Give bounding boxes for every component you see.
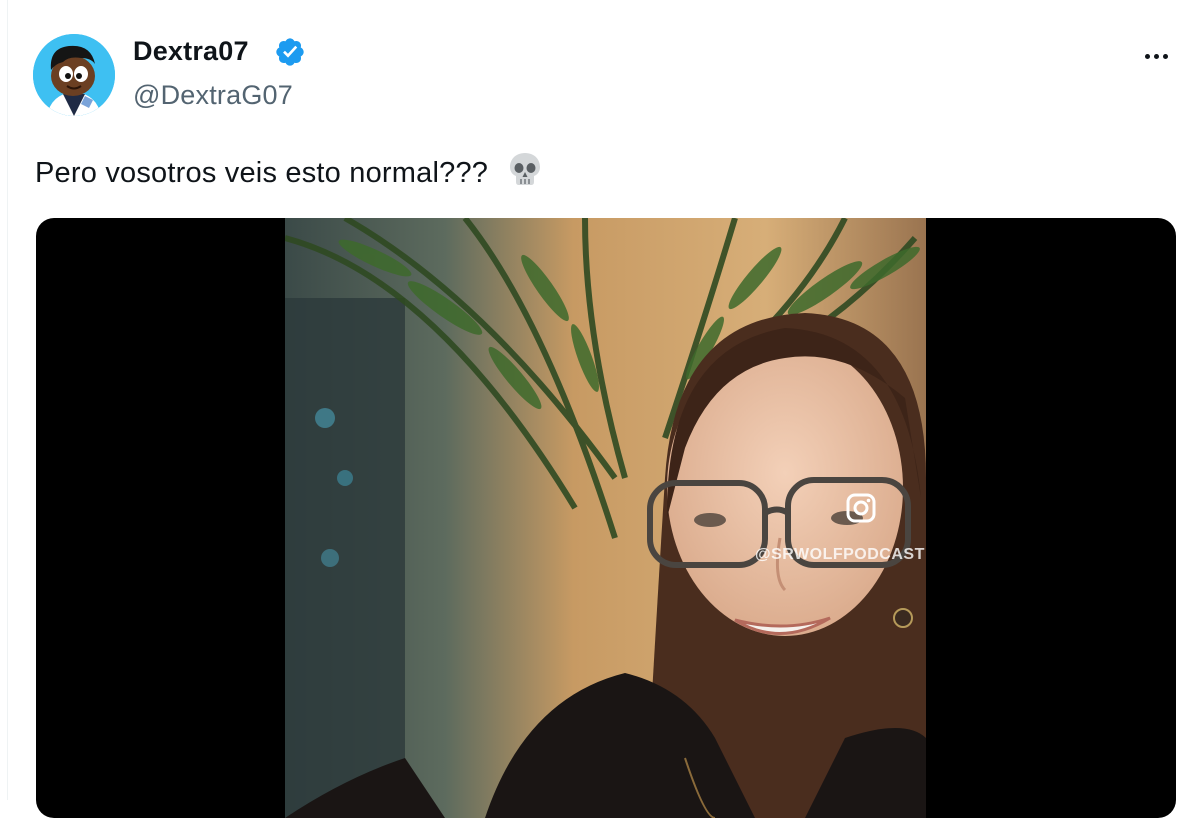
author-handle[interactable]: @DextraG07: [133, 80, 293, 111]
skull-icon: [510, 153, 541, 185]
video-watermark: @SRWOLFPODCAST: [755, 546, 925, 563]
video-player[interactable]: @SRWOLFPODCAST: [36, 218, 1176, 818]
instagram-icon: [846, 493, 876, 523]
tweet[interactable]: Dextra07 @DextraG07 Pero vosotros veis e…: [0, 0, 1200, 818]
verified-badge-icon: [276, 38, 304, 66]
timeline-border: [7, 0, 8, 800]
tweet-text: Pero vosotros veis esto normal???: [35, 150, 544, 190]
more-options-icon: [1144, 53, 1150, 59]
avatar[interactable]: [33, 34, 115, 116]
video-frame: @SRWOLFPODCAST: [285, 218, 926, 818]
author-display-name[interactable]: Dextra07: [133, 36, 249, 67]
tweet-text-content: Pero vosotros veis esto normal???: [35, 157, 489, 189]
more-options-button[interactable]: [1136, 36, 1176, 76]
